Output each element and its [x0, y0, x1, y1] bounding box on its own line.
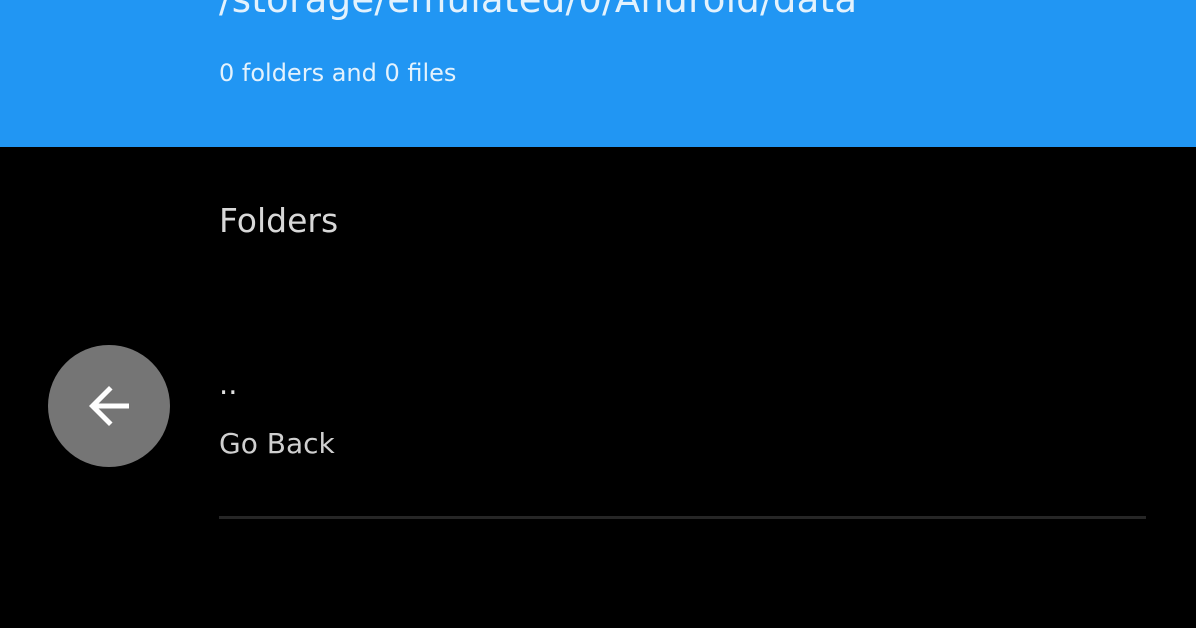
- folders-section-title: Folders: [219, 201, 339, 240]
- list-divider: [219, 516, 1146, 519]
- arrow-back-glyph: [89, 386, 129, 426]
- folder-file-count: 0 folders and 0 files: [219, 59, 457, 87]
- list-item-go-back[interactable]: .. Go Back: [0, 330, 1196, 480]
- item-description: Go Back: [219, 427, 335, 460]
- current-path: /storage/emulated/0/Android/data: [219, 0, 857, 22]
- item-name: ..: [219, 367, 238, 401]
- path-header: /storage/emulated/0/Android/data 0 folde…: [0, 0, 1196, 147]
- file-browser-screen: /storage/emulated/0/Android/data 0 folde…: [0, 0, 1196, 628]
- arrow-back-icon: [48, 345, 170, 467]
